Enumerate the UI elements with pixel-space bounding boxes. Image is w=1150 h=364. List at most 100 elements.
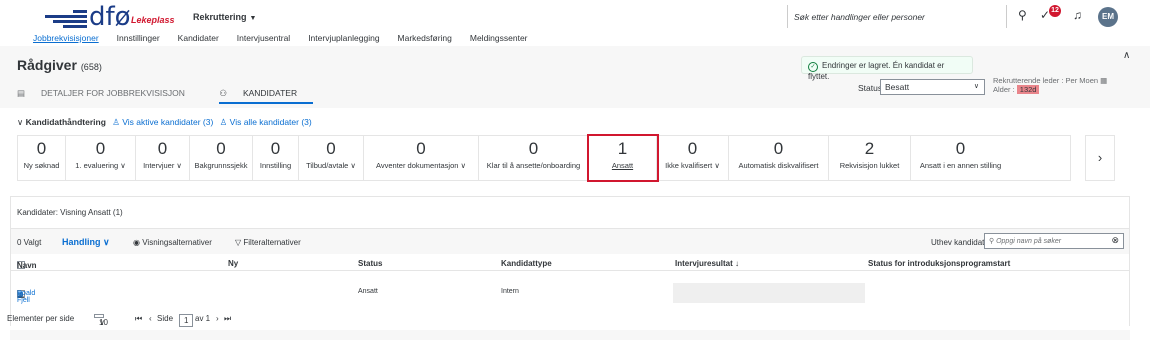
filteralternativer-label: Filteralternativer [243, 238, 301, 247]
success-toast: ✓ Endringer er lagret. Én kandidat er fly… [801, 56, 973, 81]
step-count: 0 [95, 139, 106, 158]
eye-icon: ◉ [133, 238, 140, 247]
tab-detaljer[interactable]: ▤ DETALJER FOR JOBBREKVISISJON [17, 88, 201, 98]
uthev-placeholder: Oppgi navn på søker [996, 238, 1062, 245]
page-input[interactable]: 1 [179, 314, 194, 327]
selected-count: 0 Valgt [17, 238, 42, 247]
search-input[interactable]: Søk etter handlinger eller personer [787, 5, 1007, 28]
vis-aktive-link[interactable]: ♙ Vis aktive kandidater (3) [112, 117, 213, 127]
step-avventer-dokumentasjon[interactable]: 0 Avventer dokumentasjon ∨ [364, 136, 479, 180]
step-intervjuer[interactable]: 0 Intervjuer ∨ [136, 136, 190, 180]
vis-alle-link[interactable]: ♙ Vis alle kandidater (3) [220, 117, 312, 127]
title-count: (658) [80, 62, 102, 72]
nav-jobbrekvisisjoner[interactable]: Jobbrekvisisjoner [33, 33, 99, 43]
document-icon: ▤ [17, 88, 26, 98]
step-label: Ny søknad [23, 161, 60, 170]
prev-page-icon[interactable]: ‹ [149, 314, 152, 323]
step-rekvisisjon-lukket[interactable]: 2 Rekvisisjon lukket [829, 136, 911, 180]
filteralternativer-button[interactable]: ▽ Filteralternativer [235, 238, 301, 247]
visningsalternativer-button[interactable]: ◉ Visningsalternativer [133, 238, 212, 247]
check-circle-icon: ✓ [808, 62, 818, 72]
step-bakgrunnssjekk[interactable]: 0 Bakgrunnssjekk [190, 136, 253, 180]
contact-card-icon[interactable]: ▦ [1100, 76, 1107, 85]
main-nav: Jobbrekvisisjoner Innstillinger Kandidat… [33, 33, 546, 43]
step-label: Ikke kvalifisert ∨ [665, 161, 720, 170]
step-1-evaluering[interactable]: 0 1. evaluering ∨ [66, 136, 136, 180]
nav-intervjuplanlegging[interactable]: Intervjuplanlegging [308, 33, 379, 43]
candidates-panel: Kandidater: Visning Ansatt (1) 0 Valgt H… [7, 196, 1130, 327]
search-icon[interactable]: ⚲ [1018, 8, 1027, 22]
vis-aktive-label: Vis aktive kandidater (3) [122, 117, 214, 127]
status-select[interactable]: Besatt ∨ [880, 79, 985, 95]
nav-innstillinger[interactable]: Innstillinger [117, 33, 160, 43]
nav-kandidater[interactable]: Kandidater [178, 33, 219, 43]
handling-button[interactable]: Handling ∨ [62, 237, 110, 248]
table-header: Navn Ny Status Kandidattype Intervjuresu… [11, 257, 1129, 271]
step-ikke-kvalifisert[interactable]: 0 Ikke kvalifisert ∨ [657, 136, 729, 180]
last-page-icon[interactable]: ⏭ [224, 314, 231, 324]
chevron-down-icon: ∨ [973, 83, 979, 90]
nav-meldingssenter[interactable]: Meldingssenter [470, 33, 528, 43]
step-count: 0 [270, 139, 281, 158]
step-tilbud-avtale[interactable]: 0 Tilbud/avtale ∨ [299, 136, 364, 180]
status-value: Besatt [885, 82, 910, 92]
bell-icon[interactable]: ♫ [1073, 8, 1082, 22]
caret-down-icon: ▼ [249, 15, 257, 22]
step-ansatt-annen-stilling[interactable]: 0 Ansatt i en annen stilling [911, 136, 1010, 180]
person-icon: ♙ [112, 117, 120, 127]
col-status[interactable]: Status [358, 259, 382, 268]
uthev-search-input[interactable]: ⚲ Oppgi navn på søker ⊗ [984, 233, 1124, 249]
chevron-right-icon: › [1097, 150, 1103, 165]
per-page-label: Elementer per side [7, 314, 75, 323]
col-introduksjonsprogram[interactable]: Status for introduksjonsprogramstart [868, 259, 1010, 268]
step-innstilling[interactable]: 0 Innstilling [253, 136, 299, 180]
step-count: 0 [36, 139, 47, 158]
per-page-select[interactable]: 10 ∨ [94, 314, 108, 327]
step-count: 0 [955, 139, 966, 158]
step-ansatt[interactable]: 1 Ansatt [587, 134, 659, 182]
alder-label: Alder : [993, 85, 1015, 94]
chevron-down-icon: ∨ [99, 318, 105, 327]
page-title: Rådgiver (658) [17, 57, 102, 73]
collapse-header-icon[interactable]: ∧ [1123, 50, 1130, 61]
first-page-icon[interactable]: ⏮ [135, 314, 142, 324]
chevron-down-icon[interactable]: ∨ [17, 117, 23, 127]
step-count: 2 [864, 139, 875, 158]
step-count: 0 [416, 139, 426, 158]
vis-alle-label: Vis alle kandidater (3) [229, 117, 312, 127]
nav-markedsforing[interactable]: Markedsføring [398, 33, 452, 43]
step-count: 0 [216, 139, 226, 158]
step-label: Klar til å ansette/onboarding [486, 161, 581, 170]
step-automatisk-diskvalifisert[interactable]: 0 Automatisk diskvalifisert [729, 136, 829, 180]
dfo-logo[interactable]: dfø Lekeplass [35, 2, 175, 32]
step-label: Intervjuer ∨ [143, 161, 182, 170]
next-page-icon[interactable]: › [216, 314, 219, 323]
step-label: Innstilling [259, 161, 292, 170]
logo-bars-icon [45, 10, 87, 28]
status-label: Status [858, 83, 883, 93]
clear-icon[interactable]: ⊗ [1111, 235, 1119, 246]
step-label: 1. evaluering ∨ [75, 161, 126, 170]
step-klar-til-onboarding[interactable]: 0 Klar til å ansette/onboarding [479, 136, 589, 180]
step-count: 0 [528, 139, 539, 158]
step-label: Bakgrunnssjekk [194, 161, 248, 170]
nav-intervjusentral[interactable]: Intervjusentral [237, 33, 290, 43]
col-navn-label: Navn [17, 261, 37, 270]
tab-kandidater[interactable]: ⚇ KANDIDATER [219, 88, 314, 104]
step-ny-soknad[interactable]: 0 Ny søknad [18, 136, 66, 180]
col-kandidattype[interactable]: Kandidattype [501, 259, 552, 268]
brand-name: dfø [89, 2, 131, 32]
steps-next-button[interactable]: › [1085, 135, 1115, 181]
card-icon[interactable]: ▦ [17, 290, 24, 298]
step-count: 0 [157, 139, 168, 158]
step-count: 0 [773, 139, 784, 158]
module-switcher[interactable]: Rekruttering ▼ [193, 12, 256, 22]
avatar[interactable]: EM [1098, 7, 1118, 27]
top-bar: dfø Lekeplass Rekruttering ▼ Jobbrekvisis… [0, 0, 1150, 46]
col-intervjuresultat[interactable]: Intervjuresultat ↓ [675, 259, 739, 268]
tab-detaljer-label: DETALJER FOR JOBBREKVISISJON [41, 88, 185, 98]
col-ny[interactable]: Ny [228, 259, 238, 268]
alder-value: 132d [1016, 85, 1040, 94]
search-icon: ⚲ [989, 238, 995, 245]
view-label: Kandidater: Visning Ansatt (1) [17, 208, 123, 217]
